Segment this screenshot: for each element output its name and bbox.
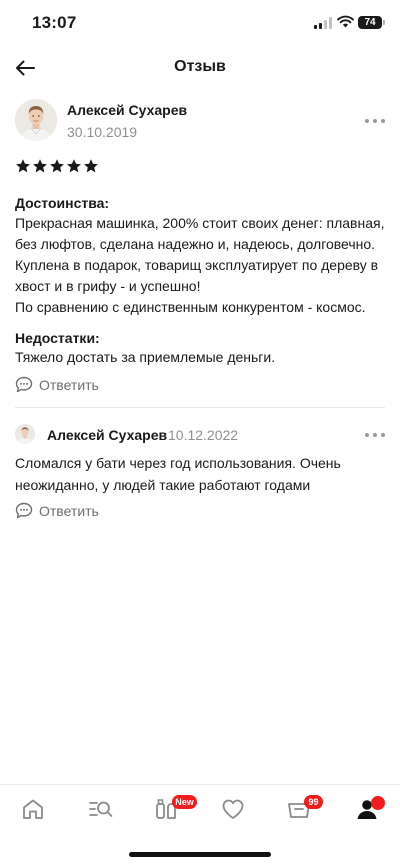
advantages-text: Прекрасная машинка, 200% стоит своих ден…: [15, 213, 390, 318]
cellular-signal-icon: [314, 17, 332, 29]
review-more-options-button[interactable]: [365, 116, 385, 126]
text-line: Сломался у бати через год использования.…: [15, 455, 341, 471]
dot: [373, 433, 377, 437]
battery-icon: 74: [358, 16, 382, 29]
nav-catalog[interactable]: [84, 794, 118, 824]
status-bar: 13:07 74: [0, 0, 400, 48]
disadvantages-title: Недостатки:: [15, 330, 100, 346]
review-reply-button[interactable]: Ответить: [15, 376, 99, 393]
comment-bubble-icon: [15, 502, 33, 519]
avatar[interactable]: [15, 99, 57, 141]
comment-reply-button[interactable]: Ответить: [15, 502, 99, 519]
new-badge: New: [172, 795, 197, 809]
reply-label: Ответить: [39, 502, 99, 519]
comment-text: Сломался у бати через год использования.…: [15, 452, 390, 496]
battery-tip: [383, 20, 385, 25]
page-title: Отзыв: [174, 58, 226, 75]
disadvantages-text: Тяжело достать за приемлемые деньги.: [15, 349, 276, 365]
comment-bubble-icon: [15, 376, 33, 393]
text-line: По сравнению с единственным конкурентом …: [15, 299, 366, 315]
review-author-name[interactable]: Алексей Сухарев: [67, 102, 187, 118]
text-line: Прекрасная машинка, 200% стоит своих ден…: [15, 215, 385, 231]
user-photo-icon: [15, 99, 57, 141]
star-icon: [84, 159, 98, 173]
text-line: Куплена в подарок, товарищ эксплуатирует…: [15, 257, 379, 273]
cart-count-badge: 99: [304, 795, 323, 809]
notification-dot: [371, 796, 385, 810]
advantages-title: Достоинства:: [15, 195, 110, 211]
nav-favorites[interactable]: [216, 794, 250, 824]
star-icon: [50, 159, 64, 173]
dot: [365, 433, 369, 437]
dot: [365, 119, 369, 123]
review-date: 30.10.2019: [67, 124, 138, 140]
comment-more-options-button[interactable]: [365, 430, 385, 440]
comment-date: 10.12.2022: [168, 427, 239, 443]
star-icon: [16, 159, 30, 173]
wifi-icon: [337, 15, 354, 28]
comment-author-name[interactable]: Алексей Сухарев: [47, 427, 167, 443]
star-icon: [67, 159, 81, 173]
rating-stars: [15, 158, 99, 174]
divider: [15, 407, 385, 408]
header: Отзыв: [0, 48, 400, 88]
comment-avatar[interactable]: [15, 424, 35, 444]
reply-label: Ответить: [39, 376, 99, 393]
star-icon: [33, 159, 47, 173]
catalog-search-icon: [89, 801, 113, 817]
home-indicator: [129, 852, 271, 857]
status-time: 13:07: [32, 13, 77, 32]
text-line: неожиданно, у людей такие работают годам…: [15, 477, 311, 493]
text-line: хвост и в грифу - и успешно!: [15, 278, 201, 294]
dot: [381, 433, 385, 437]
text-line: без люфтов, сделана надежно и, надеюсь, …: [15, 236, 376, 252]
nav-home[interactable]: [16, 794, 50, 824]
dot: [381, 119, 385, 123]
home-icon: [23, 799, 43, 819]
dot: [373, 119, 377, 123]
favorites-heart-icon: [222, 799, 244, 819]
user-photo-icon: [15, 424, 35, 444]
